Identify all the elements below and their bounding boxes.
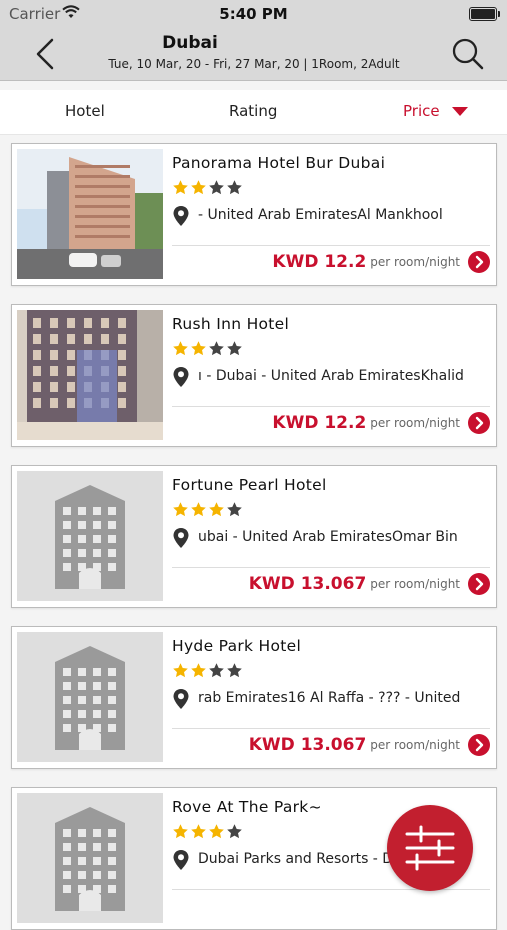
price-row: KWD 12.2 per room/night — [272, 251, 490, 277]
divider — [172, 406, 490, 407]
per-room-night-label: per room/night — [370, 255, 460, 269]
star-rating — [172, 662, 244, 682]
hotel-card[interactable]: Fortune Pearl Hotel ubai - United Arab Em… — [11, 465, 497, 608]
star-empty-icon — [208, 180, 226, 200]
filter-button[interactable] — [387, 805, 473, 891]
star-filled-icon — [172, 824, 190, 844]
per-room-night-label: per room/night — [370, 416, 460, 430]
hotel-name: Panorama Hotel Bur Dubai — [172, 154, 386, 172]
status-bar: Carrier 5:40 PM — [0, 0, 507, 28]
star-empty-icon — [208, 341, 226, 361]
sort-by-rating[interactable]: Rating — [229, 102, 277, 120]
chevron-right-icon — [475, 416, 484, 430]
hotel-location: ubai - United Arab EmiratesOmar Bin — [172, 526, 488, 550]
divider — [172, 728, 490, 729]
clock: 5:40 PM — [219, 5, 288, 23]
caret-down-icon — [451, 107, 468, 116]
hotel-name: Rove At The Park~ — [172, 798, 322, 816]
map-pin-icon — [172, 205, 190, 231]
sliders-icon — [405, 825, 455, 871]
hotel-location: ı - Dubai - United Arab EmiratesKhalid — [172, 365, 488, 389]
price-row: KWD 13.067 per room/night — [249, 734, 490, 760]
star-filled-icon — [172, 663, 190, 683]
hotel-card[interactable]: Rush Inn Hotel ı - Dubai - United Arab Em… — [11, 304, 497, 447]
hotel-name: Rush Inn Hotel — [172, 315, 290, 333]
star-filled-icon — [190, 824, 208, 844]
star-empty-icon — [226, 663, 244, 683]
sort-price-label: Price — [403, 102, 440, 120]
per-room-night-label: per room/night — [370, 738, 460, 752]
star-empty-icon — [208, 663, 226, 683]
divider — [172, 567, 490, 568]
hotel-image — [17, 149, 163, 279]
hotel-address: ubai - United Arab EmiratesOmar Bin — [198, 529, 458, 545]
chevron-right-icon — [475, 738, 484, 752]
battery-icon — [469, 7, 500, 21]
page-title: Dubai — [162, 33, 218, 53]
sort-bar: Hotel Rating Price — [0, 90, 507, 135]
star-empty-icon — [226, 341, 244, 361]
details-button[interactable] — [468, 573, 490, 595]
details-button[interactable] — [468, 251, 490, 273]
per-room-night-label: per room/night — [370, 577, 460, 591]
hotel-location: rab Emirates16 Al Raffa - ??? - United — [172, 687, 488, 711]
star-filled-icon — [190, 663, 208, 683]
price: KWD 12.2 — [272, 413, 367, 433]
sort-by-hotel[interactable]: Hotel — [65, 102, 105, 120]
chevron-right-icon — [475, 255, 484, 269]
divider — [172, 245, 490, 246]
search-button[interactable] — [448, 34, 488, 74]
star-rating — [172, 823, 244, 843]
star-rating — [172, 501, 244, 521]
price-row: KWD 13.067 per room/night — [249, 573, 490, 599]
star-filled-icon — [190, 341, 208, 361]
details-button[interactable] — [468, 734, 490, 756]
star-filled-icon — [208, 502, 226, 522]
price: KWD 13.067 — [248, 574, 367, 594]
hotel-location: - United Arab EmiratesAl Mankhool — [172, 204, 488, 228]
star-rating — [172, 340, 244, 360]
map-pin-icon — [172, 366, 190, 392]
star-empty-icon — [226, 502, 244, 522]
navigation-bar: Dubai Tue, 10 Mar, 20 - Fri, 27 Mar, 20 … — [0, 28, 507, 81]
star-filled-icon — [190, 180, 208, 200]
details-button[interactable] — [468, 412, 490, 434]
star-filled-icon — [172, 180, 190, 200]
hotel-image — [17, 632, 163, 762]
chevron-right-icon — [475, 577, 484, 591]
price: KWD 13.067 — [248, 735, 367, 755]
hotel-name: Fortune Pearl Hotel — [172, 476, 327, 494]
star-empty-icon — [226, 824, 244, 844]
hotel-address: - United Arab EmiratesAl Mankhool — [198, 207, 443, 223]
hotel-image — [17, 310, 163, 440]
hotel-image — [17, 793, 163, 923]
star-filled-icon — [172, 341, 190, 361]
hotel-address: ı - Dubai - United Arab EmiratesKhalid — [198, 368, 464, 384]
search-summary: Tue, 10 Mar, 20 - Fri, 27 Mar, 20 | 1Roo… — [108, 57, 400, 71]
map-pin-icon — [172, 688, 190, 714]
hotel-card[interactable]: Panorama Hotel Bur Dubai - United Arab Em… — [11, 143, 497, 286]
hotel-card[interactable]: Hyde Park Hotel rab Emirates16 Al Raffa -… — [11, 626, 497, 769]
sort-by-price[interactable]: Price — [403, 102, 468, 120]
map-pin-icon — [172, 849, 190, 875]
price-row: KWD 12.2 per room/night — [272, 412, 490, 438]
star-filled-icon — [208, 824, 226, 844]
star-filled-icon — [190, 502, 208, 522]
hotel-name: Hyde Park Hotel — [172, 637, 302, 655]
hotel-address: rab Emirates16 Al Raffa - ??? - United — [198, 690, 461, 706]
hotel-image — [17, 471, 163, 601]
star-rating — [172, 179, 244, 199]
search-icon — [452, 38, 484, 70]
map-pin-icon — [172, 527, 190, 553]
star-empty-icon — [226, 180, 244, 200]
price: KWD 12.2 — [272, 252, 367, 272]
star-filled-icon — [172, 502, 190, 522]
